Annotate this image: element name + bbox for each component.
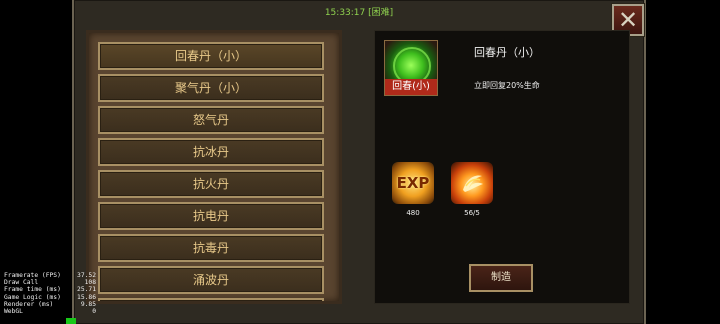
stat-value: 108 xyxy=(84,279,96,287)
recipe-list-item[interactable]: 抗火丹 xyxy=(98,170,324,198)
fire-material-icon[interactable] xyxy=(451,162,493,204)
craft-button[interactable]: 制造 xyxy=(469,264,533,292)
recipe-list-item[interactable]: 聚气丹（小） xyxy=(98,74,324,102)
header-status: 15:33:17 [困难] xyxy=(72,0,646,26)
stat-row: WebGL 0 xyxy=(4,308,96,315)
stat-row: Draw Call 108 xyxy=(4,279,96,286)
stat-value: 37.52 xyxy=(77,272,96,279)
recipe-list-item[interactable]: 涌波丹 xyxy=(98,266,324,294)
recipe-list-item[interactable]: 回春丹（小） xyxy=(98,42,324,70)
recipe-list-item[interactable]: 抗电丹 xyxy=(98,202,324,230)
item-description: 立即回复20%生命 xyxy=(474,81,540,90)
close-icon: ✕ xyxy=(617,6,639,34)
recipe-list-item[interactable]: 抗冰丹 xyxy=(98,138,324,166)
stat-value: 0 xyxy=(92,307,96,315)
material-count: 480 xyxy=(406,209,420,217)
fire-swirl-icon xyxy=(463,175,483,192)
stat-label: Frame time (ms) xyxy=(4,286,61,294)
stat-label: WebGL xyxy=(4,307,23,315)
status-indicator xyxy=(66,318,76,324)
header-difficulty: [困难] xyxy=(368,8,394,18)
stat-value: 9.85 xyxy=(80,300,96,308)
stat-label: Framerate (FPS) xyxy=(4,272,61,279)
stat-label: Game Logic (ms) xyxy=(4,293,61,301)
stat-row: Framerate (FPS) 37.52 xyxy=(4,272,96,279)
recipe-list-item[interactable]: 抗毒丹 xyxy=(98,234,324,262)
exp-icon[interactable]: EXP xyxy=(392,162,434,204)
recipe-list-item[interactable] xyxy=(98,298,324,301)
stat-value: 25.71 xyxy=(77,286,96,294)
stat-label: Draw Call xyxy=(4,279,39,287)
stat-row: Frame time (ms) 25.71 xyxy=(4,286,96,293)
pill-item-icon[interactable]: 回春(小) xyxy=(384,40,438,96)
recipe-list-item[interactable]: 怒气丹 xyxy=(98,106,324,134)
debug-stats: Framerate (FPS) 37.52 Draw Call 108 Frame … xyxy=(4,272,96,315)
item-icon-caption: 回春(小) xyxy=(385,79,437,95)
stat-value: 15.86 xyxy=(77,293,96,301)
item-title: 回春丹（小） xyxy=(474,46,540,59)
stat-row: Game Logic (ms) 15.86 xyxy=(4,294,96,301)
stat-row: Renderer (ms) 9.85 xyxy=(4,301,96,308)
recipe-list[interactable]: 回春丹（小） 聚气丹（小） 怒气丹 抗冰丹 抗火丹 抗电丹 抗毒丹 涌波丹 xyxy=(86,30,342,304)
exp-icon-text: EXP xyxy=(396,174,430,192)
header-time: 15:33:17 xyxy=(324,8,366,18)
stat-label: Renderer (ms) xyxy=(4,300,54,308)
material-count: 56/5 xyxy=(464,209,480,217)
